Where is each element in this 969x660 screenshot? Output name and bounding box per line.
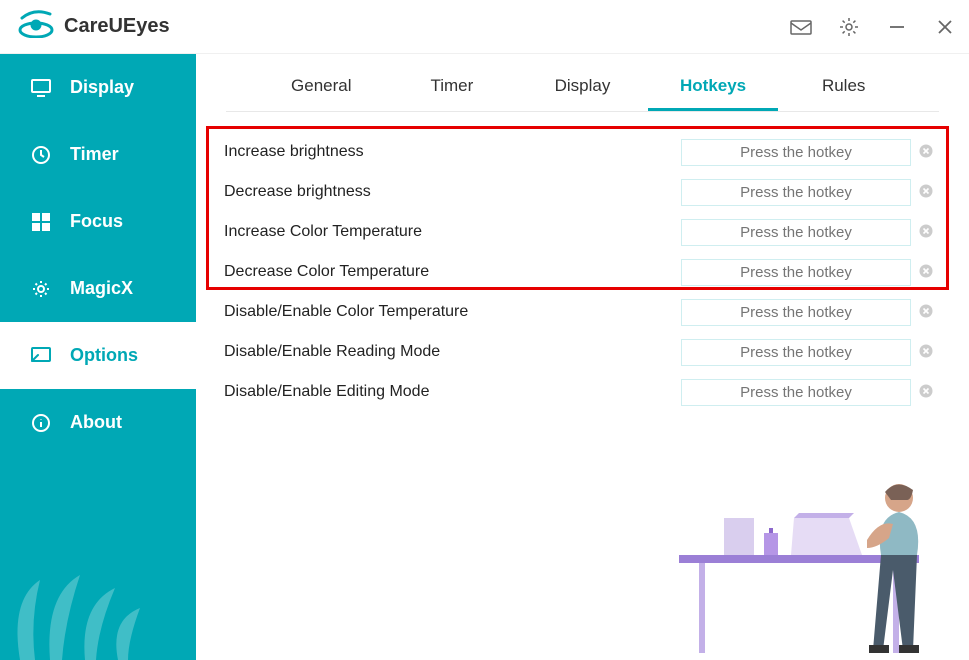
hotkey-input-tog-temp[interactable] (681, 299, 911, 326)
sidebar-item-magicx[interactable]: MagicX (0, 255, 196, 322)
hotkey-label: Increase Color Temperature (224, 223, 681, 241)
sidebar-item-display[interactable]: Display (0, 54, 196, 121)
clear-icon[interactable] (911, 144, 941, 161)
sidebar-item-label: About (70, 412, 122, 433)
hotkey-label: Disable/Enable Editing Mode (224, 383, 681, 401)
hotkey-row-inc-temp: Increase Color Temperature (224, 212, 941, 252)
tab-display[interactable]: Display (517, 66, 648, 111)
hotkey-input-inc-temp[interactable] (681, 219, 911, 246)
app-window: CareUEyes Display (0, 0, 969, 660)
hotkeys-content: Increase brightness Decrease brightness … (196, 112, 969, 432)
sidebar-item-timer[interactable]: Timer (0, 121, 196, 188)
hotkey-input-inc-bright[interactable] (681, 139, 911, 166)
tab-general[interactable]: General (256, 66, 387, 111)
display-icon (30, 79, 52, 97)
hotkey-row-dec-bright: Decrease brightness (224, 172, 941, 212)
tab-hotkeys[interactable]: Hotkeys (648, 66, 779, 111)
hotkey-label: Disable/Enable Color Temperature (224, 303, 681, 321)
titlebar: CareUEyes (0, 0, 969, 54)
hotkey-input-dec-temp[interactable] (681, 259, 911, 286)
clear-icon[interactable] (911, 224, 941, 241)
hotkey-input-dec-bright[interactable] (681, 179, 911, 206)
hotkey-label: Decrease brightness (224, 183, 681, 201)
sidebar-item-label: Display (70, 77, 134, 98)
sidebar: Display Timer Focus MagicX (0, 54, 196, 660)
mail-icon[interactable] (777, 0, 825, 54)
hotkey-input-tog-read[interactable] (681, 339, 911, 366)
desk-illustration (649, 400, 969, 660)
hotkey-input-tog-edit[interactable] (681, 379, 911, 406)
hotkey-label: Decrease Color Temperature (224, 263, 681, 281)
hotkey-label: Increase brightness (224, 143, 681, 161)
minimize-button[interactable] (873, 0, 921, 54)
hotkey-row-tog-edit: Disable/Enable Editing Mode (224, 372, 941, 412)
app-body: Display Timer Focus MagicX (0, 54, 969, 660)
clear-icon[interactable] (911, 304, 941, 321)
options-icon (30, 347, 52, 365)
close-button[interactable] (921, 0, 969, 54)
clear-icon[interactable] (911, 344, 941, 361)
sidebar-item-focus[interactable]: Focus (0, 188, 196, 255)
tab-bar: General Timer Display Hotkeys Rules (226, 54, 939, 112)
sidebar-item-options[interactable]: Options (0, 322, 196, 389)
hotkey-row-dec-temp: Decrease Color Temperature (224, 252, 941, 292)
hotkey-row-tog-read: Disable/Enable Reading Mode (224, 332, 941, 372)
hotkey-label: Disable/Enable Reading Mode (224, 343, 681, 361)
clear-icon[interactable] (911, 384, 941, 401)
leaf-decoration (0, 480, 196, 660)
hotkey-row-inc-bright: Increase brightness (224, 132, 941, 172)
tab-timer[interactable]: Timer (387, 66, 518, 111)
settings-gear-icon[interactable] (825, 0, 873, 54)
app-logo-icon (18, 10, 54, 43)
clear-icon[interactable] (911, 184, 941, 201)
focus-icon (30, 213, 52, 231)
sidebar-item-about[interactable]: About (0, 389, 196, 456)
tab-rules[interactable]: Rules (778, 66, 909, 111)
main-panel: General Timer Display Hotkeys Rules Incr… (196, 54, 969, 660)
clear-icon[interactable] (911, 264, 941, 281)
info-icon (30, 413, 52, 433)
sidebar-item-label: Focus (70, 211, 123, 232)
clock-icon (30, 145, 52, 165)
sidebar-item-label: Options (70, 345, 138, 366)
hotkey-row-tog-temp: Disable/Enable Color Temperature (224, 292, 941, 332)
magic-icon (30, 279, 52, 299)
app-title: CareUEyes (64, 15, 170, 38)
sidebar-item-label: MagicX (70, 278, 133, 299)
sidebar-item-label: Timer (70, 144, 119, 165)
